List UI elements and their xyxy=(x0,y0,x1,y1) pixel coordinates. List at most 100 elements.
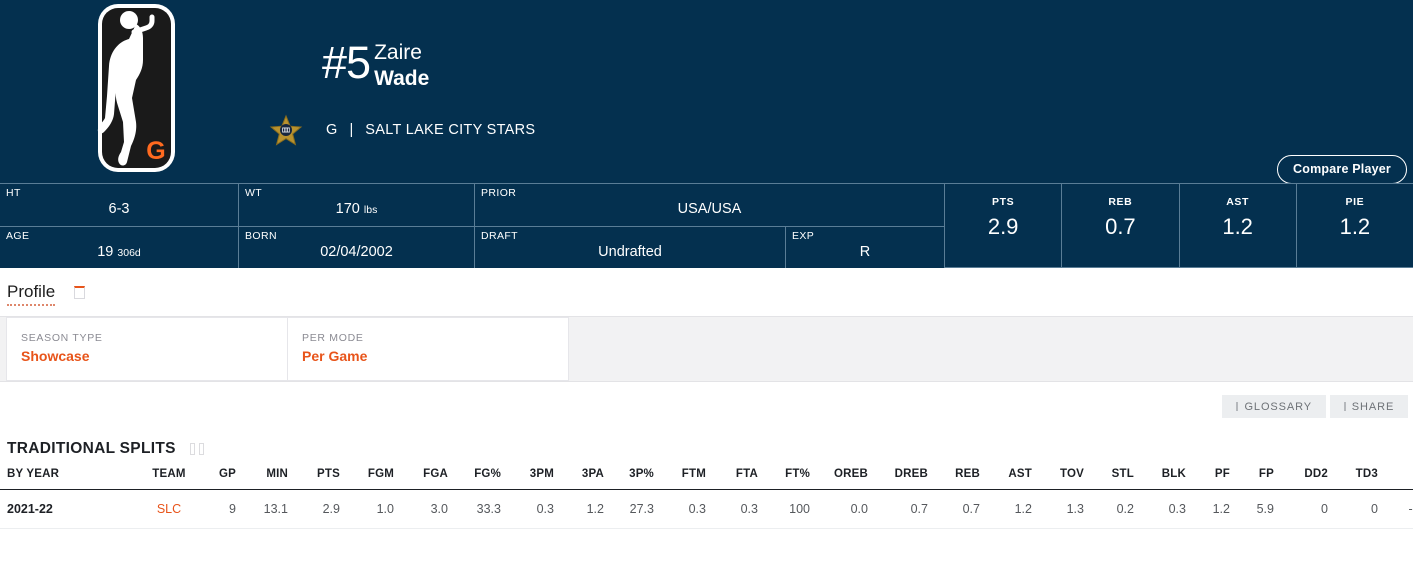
filter-dropdown-group: SEASON TYPE Showcase PER MODE Per Game xyxy=(6,317,569,381)
bio-cell-born: BORN 02/04/2002 xyxy=(239,226,475,268)
col-header-ftm[interactable]: FTM xyxy=(663,464,715,490)
svg-text:G: G xyxy=(146,137,165,165)
stat-label-pts: PTS xyxy=(992,196,1015,208)
cell-3pm: 0.3 xyxy=(510,489,563,529)
salt-lake-city-stars-logo-icon xyxy=(268,112,304,148)
stats-filter-bar: SEASON TYPE Showcase PER MODE Per Game xyxy=(0,316,1413,382)
col-header-3p-pct[interactable]: 3P% xyxy=(613,464,663,490)
table-header-row: BY YEAR TEAM GP MIN PTS FGM FGA FG% 3PM … xyxy=(0,464,1413,490)
player-hero-banner: G #5 Zaire Wade G | SALT LAKE CITY STARS… xyxy=(0,0,1413,184)
col-header-3pm[interactable]: 3PM xyxy=(510,464,563,490)
player-last-name: Wade xyxy=(374,67,430,90)
cell-blk: 0.3 xyxy=(1143,489,1195,529)
share-button-label: SHARE xyxy=(1351,400,1395,413)
col-header-fp[interactable]: FP xyxy=(1239,464,1283,490)
share-button[interactable]: SHARE xyxy=(1330,395,1408,418)
player-bio-grid: HT 6-3 WT 170 lbs PRIOR USA/USA AGE 19 3… xyxy=(0,183,944,268)
traditional-splits-table: BY YEAR TEAM GP MIN PTS FGM FGA FG% 3PM … xyxy=(0,464,1413,529)
placeholder-box-icon xyxy=(74,285,86,299)
col-header-tov[interactable]: TOV xyxy=(1041,464,1093,490)
bio-cell-experience: EXP R xyxy=(786,227,944,269)
col-header-ast[interactable]: AST xyxy=(989,464,1041,490)
col-header-fg-pct[interactable]: FG% xyxy=(457,464,510,490)
tab-profile[interactable]: Profile xyxy=(7,268,56,316)
col-header-stl[interactable]: STL xyxy=(1093,464,1143,490)
bio-value-prior: USA/USA xyxy=(677,201,742,217)
table-actions-bar: GLOSSARY SHARE xyxy=(0,382,1413,433)
col-header-gp[interactable]: GP xyxy=(198,464,245,490)
bio-row-2: AGE 19 306d BORN 02/04/2002 DRAFT Undraf… xyxy=(0,226,944,269)
profile-tab-bar: Profile xyxy=(0,268,1413,316)
col-header-td3[interactable]: TD3 xyxy=(1337,464,1387,490)
cell-reb: 0.7 xyxy=(937,489,989,529)
bio-value-draft: Undrafted xyxy=(598,243,662,260)
col-header-min[interactable]: MIN xyxy=(245,464,297,490)
col-header-oreb[interactable]: OREB xyxy=(819,464,877,490)
glossary-button[interactable]: GLOSSARY xyxy=(1222,395,1326,418)
nba-g-league-logo-icon: G xyxy=(96,2,177,174)
col-header-reb[interactable]: REB xyxy=(937,464,989,490)
cell-fta: 0.3 xyxy=(715,489,767,529)
player-info-bar: HT 6-3 WT 170 lbs PRIOR USA/USA AGE 19 3… xyxy=(0,183,1413,268)
col-header-pf[interactable]: PF xyxy=(1195,464,1239,490)
stat-cell-pts: PTS 2.9 xyxy=(944,184,1061,267)
traditional-splits-header: TRADITIONAL SPLITS xyxy=(0,433,1413,464)
cell-stl: 0.2 xyxy=(1093,489,1143,529)
filter-season-type[interactable]: SEASON TYPE Showcase xyxy=(7,318,288,380)
col-header-fta[interactable]: FTA xyxy=(715,464,767,490)
col-header-3pa[interactable]: 3PA xyxy=(563,464,613,490)
bio-value-age: 19 306d xyxy=(97,243,141,260)
col-header-plus-minus[interactable]: +/- xyxy=(1387,464,1413,490)
team-name: SALT LAKE CITY STARS xyxy=(365,122,536,138)
stat-label-reb: REB xyxy=(1108,196,1133,208)
bio-label-draft: DRAFT xyxy=(481,229,518,242)
missing-glyph-box-icon xyxy=(1236,402,1239,411)
stat-value-ast: 1.2 xyxy=(1222,214,1253,239)
bio-label-exp: EXP xyxy=(792,229,815,242)
cell-plus-minus: -8.9 xyxy=(1387,489,1413,529)
col-header-fga[interactable]: FGA xyxy=(403,464,457,490)
col-header-dd2[interactable]: DD2 xyxy=(1283,464,1337,490)
tab-active-underline xyxy=(7,302,56,306)
col-header-ft-pct[interactable]: FT% xyxy=(767,464,819,490)
cell-fp: 5.9 xyxy=(1239,489,1283,529)
bio-label-age: AGE xyxy=(6,229,30,242)
col-header-blk[interactable]: BLK xyxy=(1143,464,1195,490)
missing-glyph-box-icon xyxy=(1343,402,1346,411)
bio-cell-prior: PRIOR USA/USA xyxy=(475,184,944,226)
col-header-team[interactable]: TEAM xyxy=(140,464,198,490)
cell-team: SLC xyxy=(140,489,198,529)
stat-value-pts: 2.9 xyxy=(987,214,1019,239)
splits-section-title: TRADITIONAL SPLITS xyxy=(7,439,176,457)
col-header-fgm[interactable]: FGM xyxy=(349,464,403,490)
cell-fga: 3.0 xyxy=(403,489,457,529)
bio-label-born: BORN xyxy=(245,229,277,242)
col-header-pts[interactable]: PTS xyxy=(297,464,349,490)
cell-3p-pct: 27.3 xyxy=(613,489,663,529)
bio-value-exp: R xyxy=(859,243,871,260)
bio-cell-weight: WT 170 lbs xyxy=(239,184,475,226)
cell-fgm: 1.0 xyxy=(349,489,403,529)
col-header-by-year[interactable]: BY YEAR xyxy=(0,464,140,490)
player-profile-page: G #5 Zaire Wade G | SALT LAKE CITY STARS… xyxy=(0,0,1413,583)
cell-ftm: 0.3 xyxy=(663,489,715,529)
stat-value-reb: 0.7 xyxy=(1105,214,1136,239)
bio-value-born: 02/04/2002 xyxy=(320,243,393,260)
bio-value-ht: 6-3 xyxy=(108,201,130,217)
bio-cell-height: HT 6-3 xyxy=(0,184,239,226)
bio-row-1: HT 6-3 WT 170 lbs PRIOR USA/USA xyxy=(0,184,944,227)
filter-season-type-value: Showcase xyxy=(21,348,90,364)
missing-glyph-box-icon xyxy=(198,442,204,455)
filter-per-mode[interactable]: PER MODE Per Game xyxy=(288,318,568,380)
col-header-dreb[interactable]: DREB xyxy=(877,464,937,490)
splits-header-icons xyxy=(189,442,204,455)
cell-td3: 0 xyxy=(1337,489,1387,529)
bio-label-ht: HT xyxy=(6,187,21,199)
compare-player-button[interactable]: Compare Player xyxy=(1277,155,1407,184)
team-link[interactable]: SLC xyxy=(157,502,181,516)
stat-cell-reb: REB 0.7 xyxy=(1061,184,1178,267)
key-stats-group: PTS 2.9 REB 0.7 AST 1.2 PIE 1.2 xyxy=(944,183,1413,268)
filter-per-mode-label: PER MODE xyxy=(302,332,364,344)
cell-pts: 2.9 xyxy=(297,489,349,529)
cell-dd2: 0 xyxy=(1283,489,1337,529)
